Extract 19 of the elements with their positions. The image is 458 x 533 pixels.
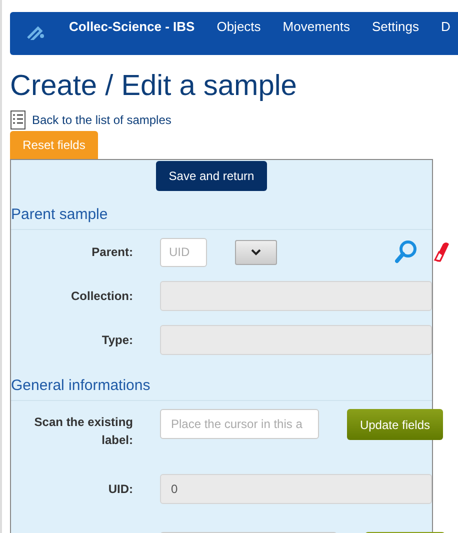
section-heading: General informations bbox=[11, 377, 432, 401]
field-value: 0 bbox=[171, 482, 178, 496]
nav-link[interactable]: Movements bbox=[282, 19, 350, 34]
back-link[interactable]: Back to the list of samples bbox=[32, 113, 172, 127]
field-label: Type: bbox=[100, 332, 133, 349]
save-button[interactable]: Save and return bbox=[156, 161, 267, 191]
update-button[interactable]: Update fields bbox=[347, 409, 443, 440]
field-label: Scan the existing label: bbox=[33, 414, 133, 449]
field-label: UID: bbox=[107, 481, 133, 498]
nav-link[interactable]: Settings bbox=[372, 19, 419, 34]
field-label: Parent: bbox=[90, 244, 133, 261]
nav-link[interactable]: D bbox=[440, 19, 450, 34]
page-title: Create / Edit a sample bbox=[10, 69, 298, 103]
brand-link[interactable]: Collec-Science - IBS bbox=[69, 19, 195, 34]
scan-field[interactable]: Place the cursor in this a bbox=[160, 409, 319, 439]
nav-link[interactable]: Objects bbox=[216, 19, 261, 34]
section-heading: Parent sample bbox=[11, 206, 432, 230]
field-label: Collection: bbox=[70, 288, 133, 305]
uid-field[interactable]: UID bbox=[160, 238, 207, 266]
